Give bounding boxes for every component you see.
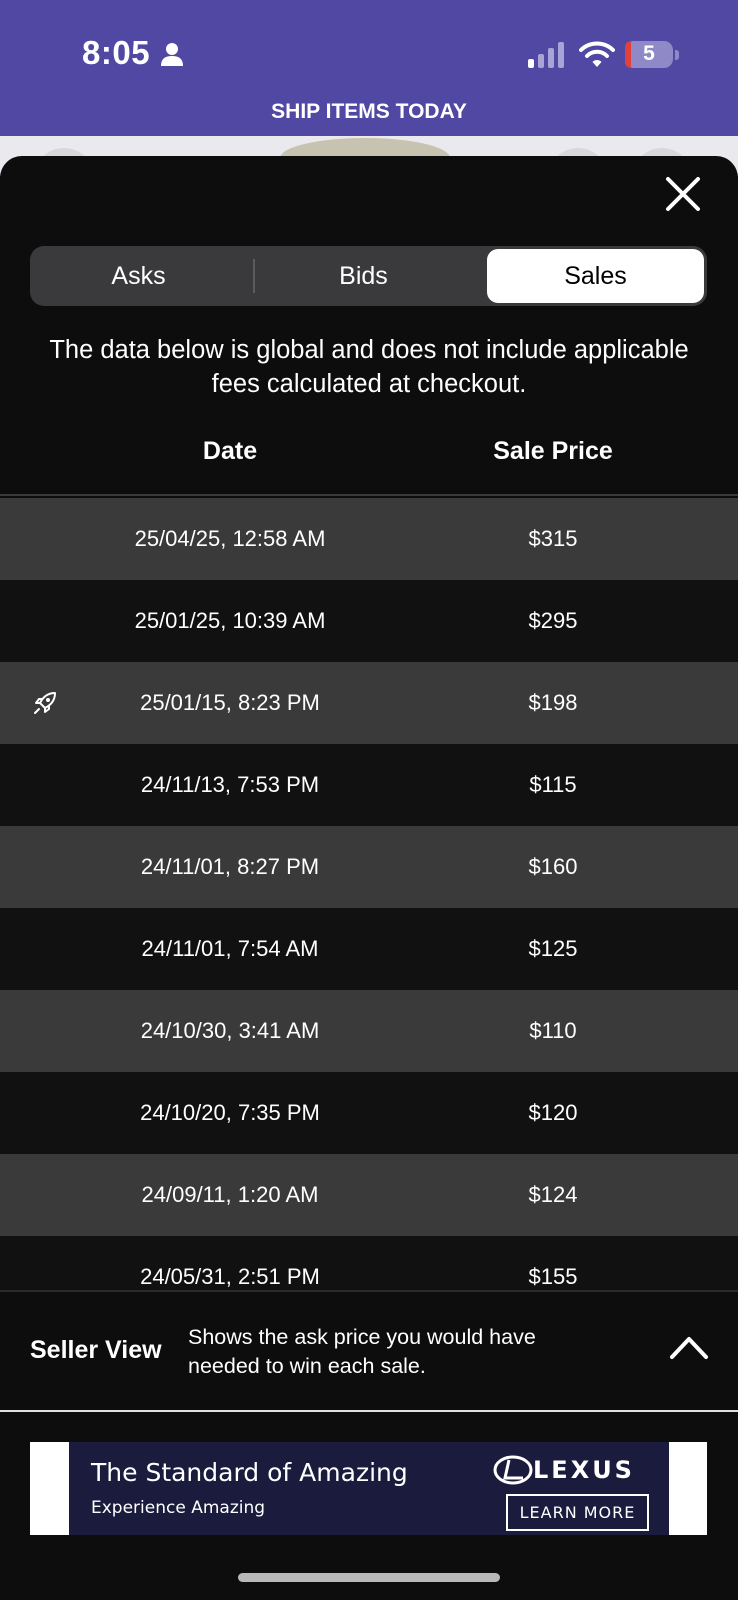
- person-icon: [161, 43, 183, 66]
- sale-date: 24/09/11, 1:20 AM: [141, 1182, 319, 1207]
- tab-bids[interactable]: Bids: [255, 246, 472, 306]
- sale-date: 24/10/20, 7:35 PM: [140, 1100, 320, 1125]
- battery-tip: [675, 50, 679, 60]
- global-data-notice: The data below is global and does not in…: [49, 336, 689, 398]
- battery-icon: 5: [625, 41, 673, 68]
- seller-view-title: Seller View: [30, 1336, 162, 1364]
- ad-learn-more-button[interactable]: LEARN MORE: [506, 1494, 649, 1531]
- sale-price: $295: [528, 608, 578, 633]
- sale-date: 25/01/15, 8:23 PM: [140, 690, 320, 715]
- table-row: 24/10/30, 3:41 AM $110: [0, 990, 738, 1072]
- sale-price: $125: [528, 936, 578, 961]
- close-icon[interactable]: [660, 171, 706, 217]
- sale-date: 24/10/30, 3:41 AM: [140, 1018, 320, 1043]
- sale-price: $155: [528, 1264, 578, 1289]
- sale-price: $120: [528, 1100, 578, 1125]
- sale-price: $198: [528, 690, 578, 715]
- sales-table[interactable]: 25/04/25, 12:58 AM $315 25/01/25, 10:39 …: [0, 496, 738, 1290]
- table-row: 24/11/13, 7:53 PM $115: [0, 744, 738, 826]
- seller-view-description: Shows the ask price you would have neede…: [188, 1325, 536, 1378]
- table-row: 24/11/01, 7:54 AM $125: [0, 908, 738, 990]
- wifi-icon: [579, 41, 615, 67]
- rocket-icon: [34, 692, 56, 714]
- sale-price: $160: [528, 854, 578, 879]
- ship-items-banner[interactable]: SHIP ITEMS TODAY: [0, 100, 738, 124]
- chevron-up-icon[interactable]: [669, 1334, 709, 1360]
- bottom-divider: [0, 1410, 738, 1412]
- table-row: 25/01/15, 8:23 PM $198: [0, 662, 738, 744]
- table-row: 24/05/31, 2:51 PM $155: [0, 1236, 738, 1290]
- sale-date: 24/11/13, 7:53 PM: [140, 772, 320, 797]
- sale-date: 25/01/25, 10:39 AM: [134, 608, 326, 633]
- signal-icon: [528, 42, 564, 68]
- table-row: 25/01/25, 10:39 AM $295: [0, 580, 738, 662]
- table-row: 24/11/01, 8:27 PM $160: [0, 826, 738, 908]
- sale-price: $315: [528, 526, 578, 551]
- ad-headline: The Standard of Amazing: [91, 1458, 408, 1487]
- table-row: 24/09/11, 1:20 AM $124: [0, 1154, 738, 1236]
- column-header-date: Date: [202, 437, 258, 465]
- sale-price: $115: [529, 772, 577, 797]
- sale-date: 24/11/01, 8:27 PM: [140, 854, 320, 879]
- status-time: 8:05: [82, 34, 151, 71]
- ad-subline: Experience Amazing: [91, 1498, 266, 1518]
- home-indicator[interactable]: [238, 1573, 500, 1582]
- segment-divider: [253, 259, 255, 293]
- column-header-sale-price: Sale Price: [493, 437, 613, 465]
- table-row: 25/04/25, 12:58 AM $315: [0, 498, 738, 580]
- ad-brand: LEXUS: [533, 1456, 635, 1484]
- sale-price: $110: [529, 1018, 577, 1043]
- table-row: 24/10/20, 7:35 PM $120: [0, 1072, 738, 1154]
- tab-asks[interactable]: Asks: [30, 246, 247, 306]
- tab-sales-label[interactable]: Sales: [487, 249, 704, 303]
- battery-level: 5: [643, 42, 655, 65]
- sale-date: 24/11/01, 7:54 AM: [141, 936, 319, 961]
- sale-price: $124: [528, 1182, 578, 1207]
- sale-date: 24/05/31, 2:51 PM: [140, 1264, 320, 1289]
- sale-date: 25/04/25, 12:58 AM: [134, 526, 326, 551]
- lexus-ad-banner[interactable]: The Standard of Amazing Experience Amazi…: [69, 1442, 669, 1535]
